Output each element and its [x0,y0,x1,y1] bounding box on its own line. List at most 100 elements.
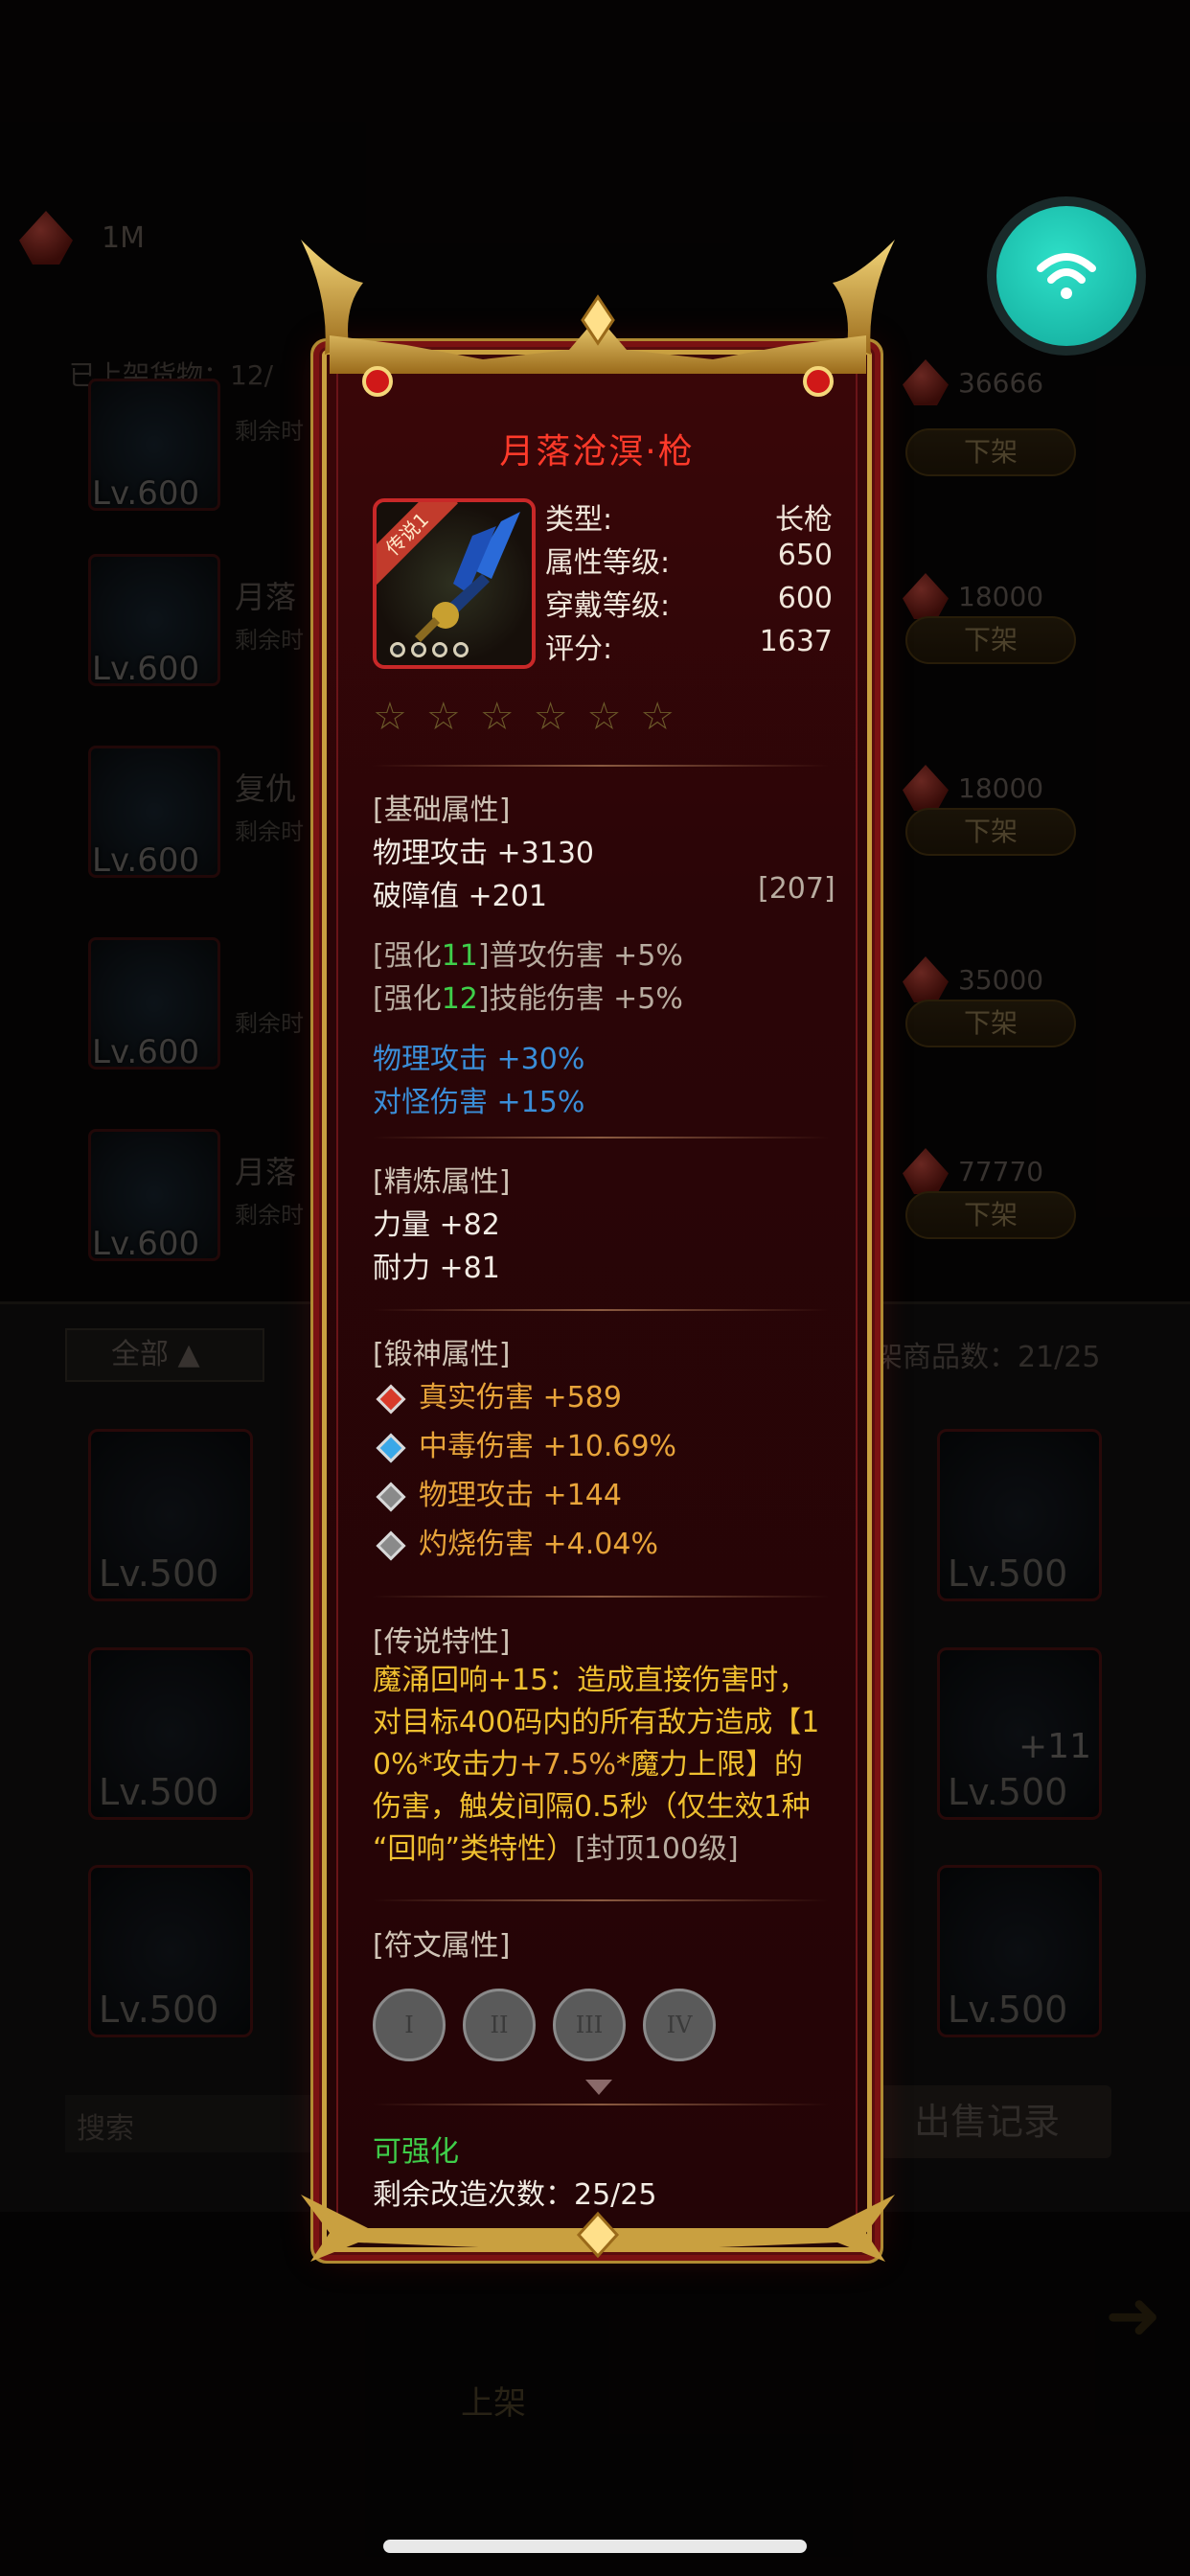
legend-description: 魔涌回响+15：造成直接伤害时， 对目标400码内的所有敌方造成【1 0%*攻击… [373,1664,820,1866]
item-icon: 传说1 [373,498,536,669]
refine-line: 耐力 +81 [373,1252,500,1285]
listing-price: 35000 [903,956,1043,1002]
expand-caret-icon[interactable] [585,2080,612,2095]
forge-line: 中毒伤害 +10.69% [373,1422,676,1464]
ruby-gem-icon [19,211,73,264]
wifi-icon [1037,253,1096,299]
info-attr-level: 属性等级: 650 [545,539,833,580]
listing-price: 18000 [903,573,1043,619]
upgradable-label: 可强化 [373,2135,459,2169]
star-icon: ☆ [640,695,675,739]
forge-line: 灼烧伤害 +4.04% [373,1520,658,1562]
listing-price: 36666 [903,359,1043,405]
remaining-time: 剩余时 [235,627,304,654]
bonus-line: 对怪伤害 +15% [373,1086,585,1119]
item-level: Lv.600 [92,474,200,513]
enhance-line: [强化11]普攻伤害 +5% [373,939,683,973]
bottom-nav: 上架 ➜ [0,2262,1190,2453]
info-wear-level: 穿戴等级: 600 [545,582,833,623]
ruby-gem-icon [903,765,949,811]
filter-dropdown[interactable]: 全部 ▲ [65,1328,264,1382]
blue-diamond-icon [376,1432,406,1463]
legend-attr-header: [传说特性] [373,1625,511,1659]
sales-records-button[interactable]: 出售记录 [862,2085,1111,2158]
rune-slot-1[interactable]: I [373,1989,446,2061]
item-name: 月落 [235,579,297,615]
star-icon: ☆ [373,695,407,739]
star-icon: ☆ [479,695,515,739]
divider [373,1309,829,1311]
bonus-line: 物理攻击 +30% [373,1043,585,1076]
enhance-line: [强化12]技能伤害 +5% [373,982,683,1016]
delist-button[interactable]: 下架 [905,616,1076,664]
caret-up-icon: ▲ [177,1338,200,1371]
shelf-goods-count: 架商品数：21/25 [874,1341,1101,1374]
delist-button[interactable]: 下架 [905,1000,1076,1047]
item-level: Lv.600 [92,650,200,688]
inventory-slot[interactable]: Lv.500 [88,1429,253,1601]
gray-diamond-icon [376,1530,406,1561]
item-detail-card: 月落沧溟·枪 传说1 类型: 长枪 属性等级: 650 穿戴等级: 600 评分: 16… [322,350,872,2252]
nav-list-item-button[interactable]: 上架 [422,2281,565,2424]
item-level: Lv.600 [92,1033,200,1071]
network-float-button[interactable] [987,196,1146,356]
forge-line: 物理攻击 +144 [373,1471,622,1513]
star-icon: ☆ [586,695,622,739]
refine-attr-header: [精炼属性] [373,1165,511,1199]
rune-slots: I II III IV [373,1989,716,2061]
home-indicator[interactable] [383,2540,807,2553]
ruby-gem-icon [903,956,949,1002]
rune-attr-header: [符文属性] [373,1929,511,1963]
remaining-time: 剩余时 [235,1202,304,1229]
divider [373,1137,829,1138]
inventory-slot[interactable]: Lv.500 +11 [937,1647,1102,1820]
info-type: 类型: 长枪 [545,503,833,537]
item-title: 月落沧溟·枪 [499,432,695,472]
forge-line: 真实伤害 +589 [373,1373,622,1415]
delist-button[interactable]: 下架 [905,808,1076,856]
listing-price: 18000 [903,765,1043,811]
rune-slot-2[interactable]: II [463,1989,536,2061]
basic-attr-line: 破障值 +201 [207] [373,872,835,913]
remaining-time: 剩余时 [235,1010,304,1037]
basic-attr-header: [基础属性] [373,794,511,827]
delist-button[interactable]: 下架 [905,428,1076,476]
basic-attr-line: 物理攻击 +3130 [373,837,595,870]
red-diamond-icon [376,1383,406,1414]
socket-dots [390,642,469,657]
item-name: 月落 [235,1154,297,1190]
divider [373,765,829,767]
inventory-slot[interactable]: Lv.500 [88,1647,253,1820]
inventory-slot[interactable]: Lv.500 [88,1865,253,2037]
gray-diamond-icon [376,1481,406,1512]
item-level: Lv.600 [92,841,200,880]
refine-line: 力量 +82 [373,1208,500,1242]
ruby-gem-icon [903,359,949,405]
inventory-slot[interactable]: Lv.500 [937,1429,1102,1601]
currency-amount: 1M [102,220,145,255]
item-name: 复仇 [235,770,297,807]
divider [373,1899,829,1901]
rune-slot-4[interactable]: IV [643,1989,716,2061]
listing-price: 77770 [903,1148,1043,1194]
break-value-extra: [207] [758,872,835,906]
card-base-ornament [301,2195,895,2262]
star-icon: ☆ [533,695,568,739]
inventory-slot[interactable]: Lv.500 [937,1865,1102,2037]
remaining-time: 剩余时 [235,818,304,845]
search-input[interactable]: 搜索 [65,2095,353,2152]
item-level: Lv.600 [92,1225,200,1263]
ruby-gem-icon [903,573,949,619]
divider [373,1596,829,1598]
ruby-gem-icon [903,1148,949,1194]
star-rating: ☆ ☆ ☆ ☆ ☆ ☆ [373,698,675,736]
next-arrow-icon[interactable]: ➜ [1105,2276,1161,2355]
delist-button[interactable]: 下架 [905,1191,1076,1239]
card-crown-ornament [301,240,895,397]
rune-slot-3[interactable]: III [553,1989,626,2061]
currency-display: 1M [19,211,145,264]
divider [373,2104,829,2105]
star-icon: ☆ [425,695,461,739]
info-score: 评分: 1637 [545,625,833,666]
enhance-badge: +11 [1018,1727,1091,1766]
